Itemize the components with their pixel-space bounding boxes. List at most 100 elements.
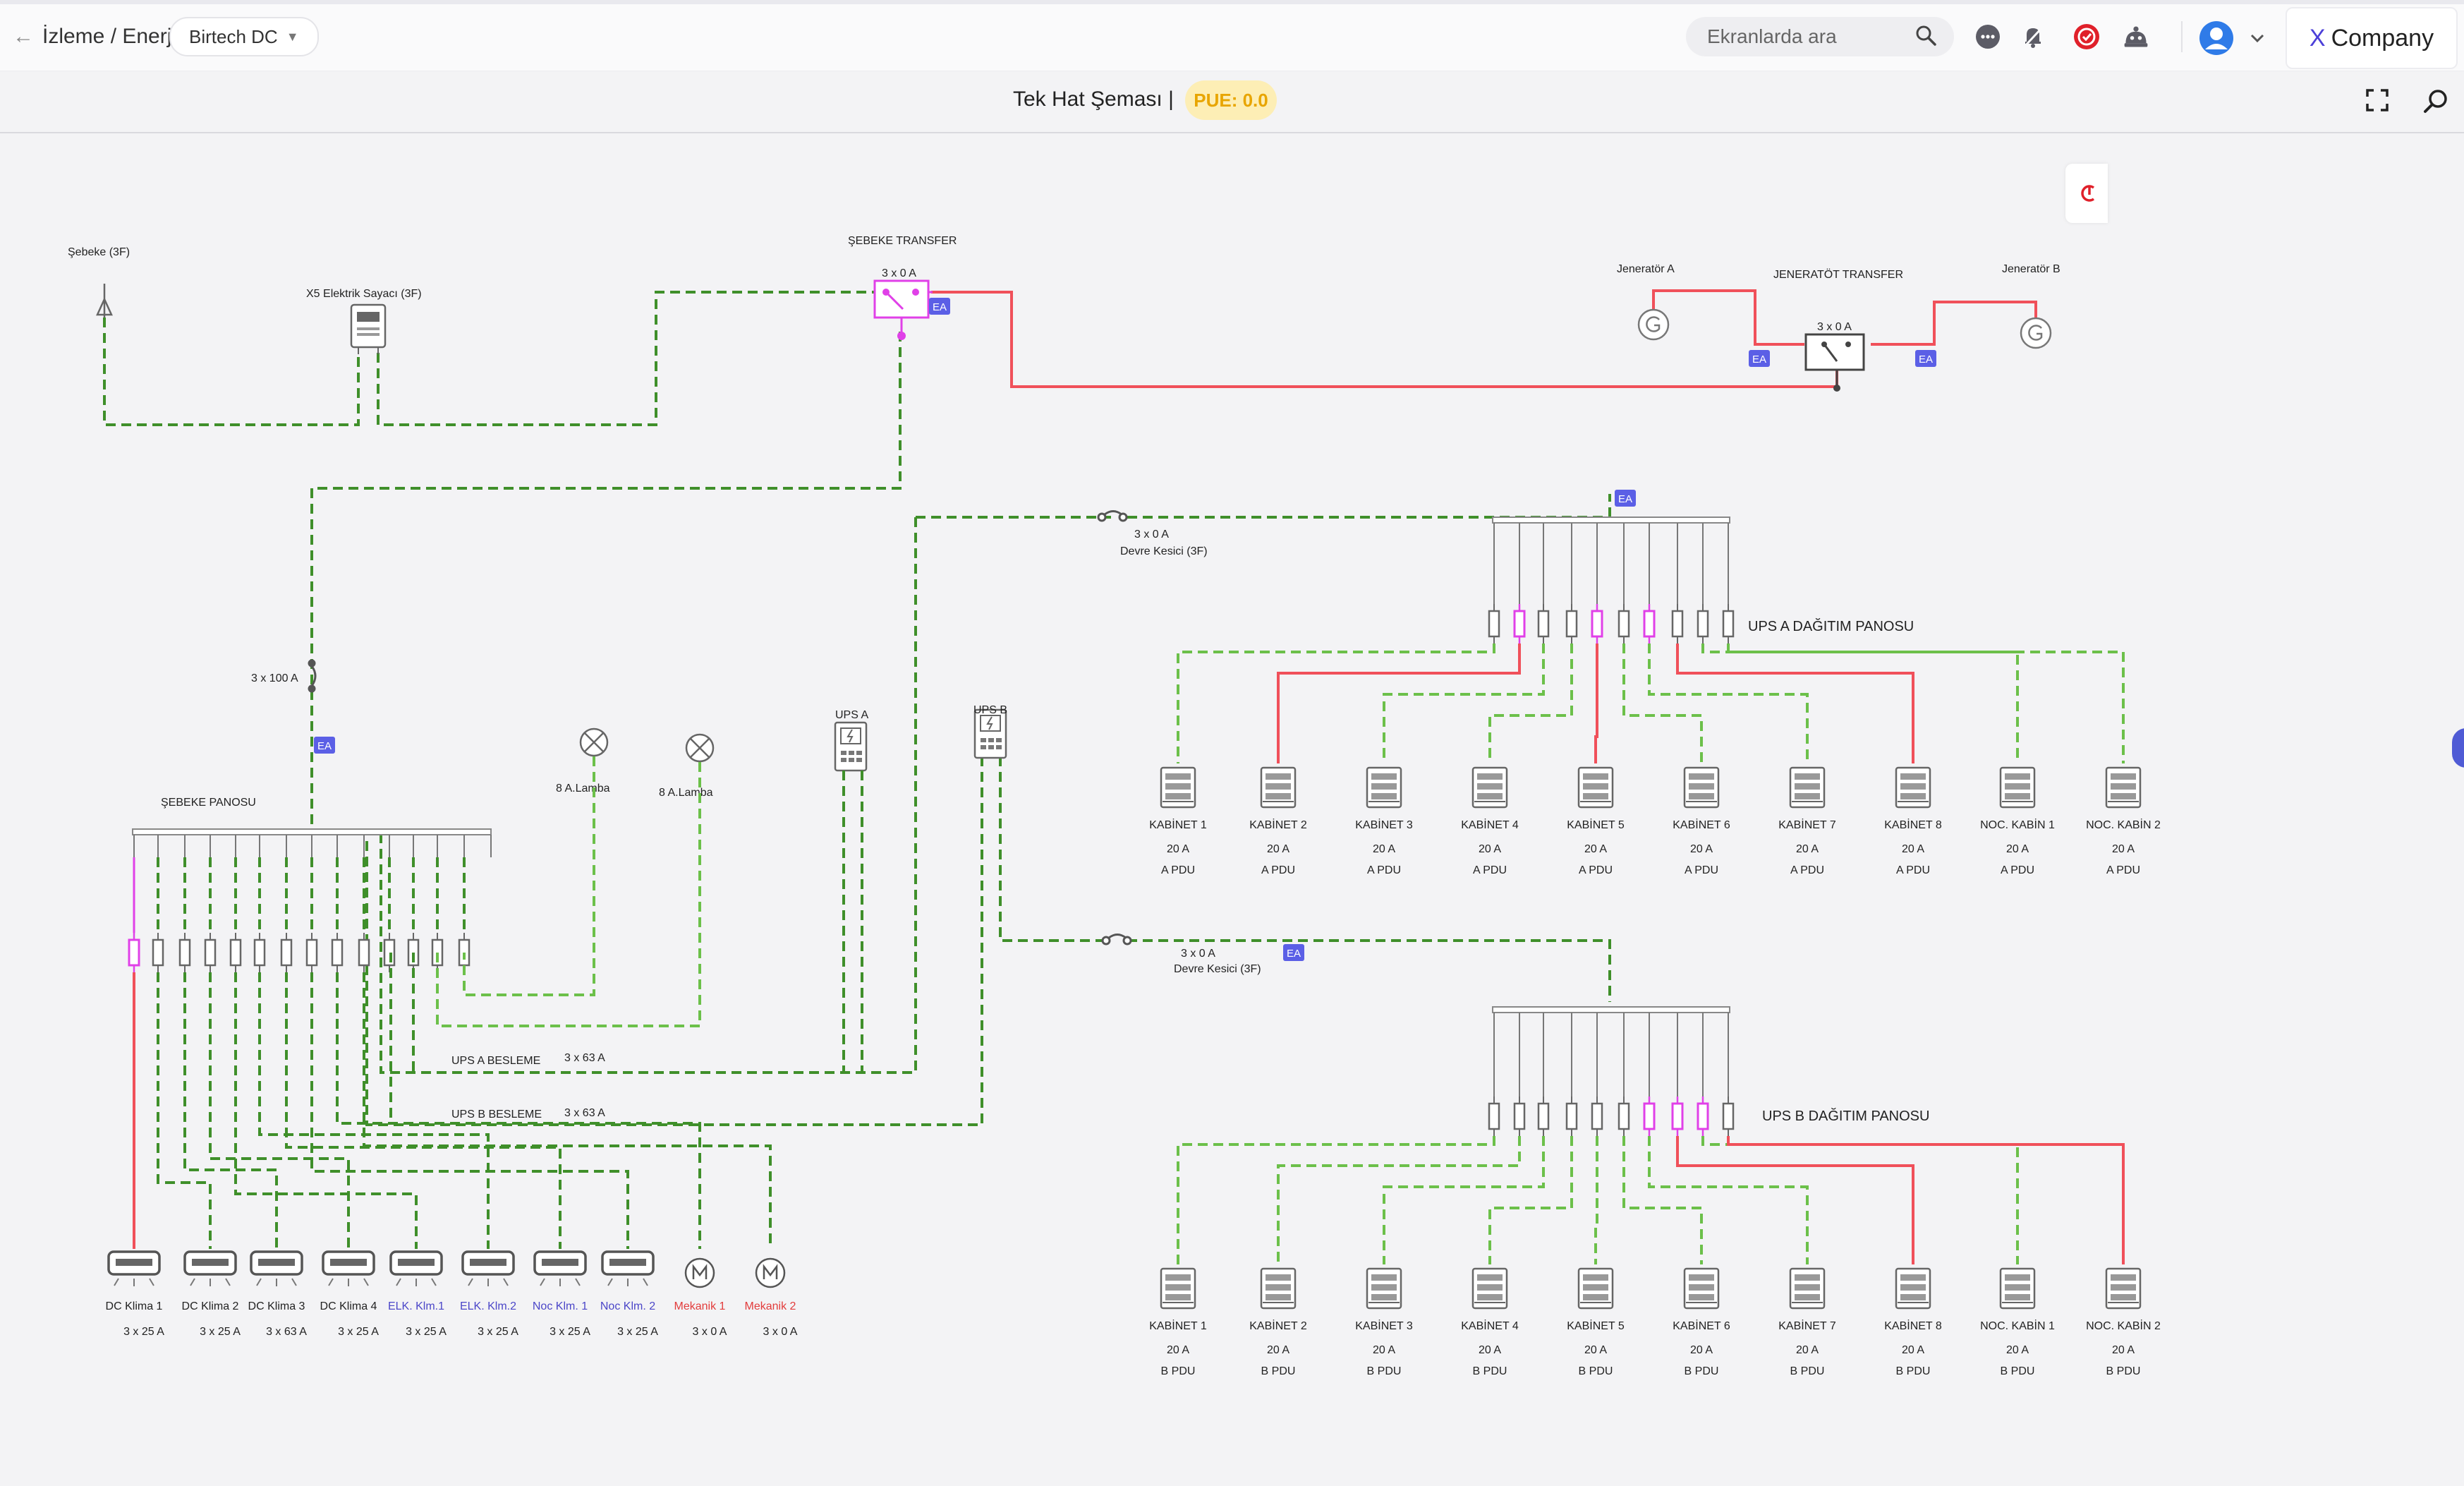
chat-bubble-icon[interactable] — [1974, 23, 2002, 51]
cabinet-feed — [1727, 1136, 2125, 1264]
panel-breaker[interactable] — [1591, 603, 1603, 645]
panel-breaker[interactable] — [1488, 1095, 1500, 1137]
server-cabinet-icon[interactable] — [1366, 1267, 1402, 1310]
server-cabinet-icon[interactable] — [1366, 766, 1402, 809]
top-accent-strip — [0, 0, 2464, 4]
panel-breaker[interactable] — [1565, 603, 1578, 645]
company-logo: X Company — [2286, 7, 2458, 69]
panel-breaker[interactable] — [1671, 1095, 1684, 1137]
generator-b-icon[interactable] — [2020, 317, 2052, 349]
panel-breaker[interactable] — [1697, 603, 1709, 645]
search-input[interactable]: Ekranlarda ara — [1707, 25, 1914, 48]
server-cabinet-icon[interactable] — [1999, 766, 2036, 809]
panel-breaker[interactable] — [1513, 1095, 1526, 1137]
agent-robot-icon[interactable] — [2122, 23, 2150, 51]
panel-breaker[interactable] — [1643, 603, 1656, 645]
user-menu-chevron-icon[interactable] — [2243, 24, 2271, 52]
cabinet-name: KABİNET 6 — [1673, 818, 1730, 831]
server-cabinet-icon[interactable] — [1683, 1267, 1720, 1310]
server-cabinet-icon[interactable] — [2105, 766, 2142, 809]
grid-panel-breaker[interactable] — [204, 931, 217, 974]
cabinet-amp: 20 A — [1479, 1344, 1501, 1356]
panel-breaker[interactable] — [1488, 603, 1500, 645]
server-cabinet-icon[interactable] — [1260, 1267, 1297, 1310]
server-cabinet-icon[interactable] — [1895, 1267, 1931, 1310]
air-conditioner-icon[interactable] — [533, 1250, 587, 1288]
server-cabinet-icon[interactable] — [1789, 1267, 1826, 1310]
grid-panel-breaker[interactable] — [331, 931, 344, 974]
search-box[interactable]: Ekranlarda ara — [1686, 17, 1954, 56]
server-cabinet-icon[interactable] — [1577, 766, 1614, 809]
panel-breaker[interactable] — [1513, 603, 1526, 645]
air-conditioner-icon[interactable] — [107, 1250, 161, 1288]
panel-breaker[interactable] — [1537, 1095, 1550, 1137]
grid-panel-breaker[interactable] — [305, 931, 318, 974]
panel-breaker[interactable] — [1697, 1095, 1709, 1137]
air-conditioner-icon[interactable] — [601, 1250, 655, 1288]
panel-breaker[interactable] — [1618, 603, 1630, 645]
air-conditioner-icon[interactable] — [461, 1250, 515, 1288]
grid-transfer-switch[interactable] — [873, 279, 933, 340]
cabinet-pdu: B PDU — [1473, 1365, 1507, 1377]
air-conditioner-icon[interactable] — [250, 1250, 303, 1288]
grid-panel-breaker[interactable] — [229, 931, 242, 974]
ea-badge-breaker-b: EA — [1283, 944, 1304, 961]
alarm-shield-icon[interactable] — [2072, 23, 2101, 51]
grid-panel-breaker[interactable] — [128, 931, 140, 974]
motor-icon[interactable] — [684, 1257, 715, 1288]
cabinet-name: KABİNET 6 — [1673, 1319, 1730, 1332]
load-name: DC Klima 1 — [106, 1300, 163, 1312]
server-cabinet-icon[interactable] — [1789, 766, 1826, 809]
panel-breaker[interactable] — [1643, 1095, 1656, 1137]
panel-breaker[interactable] — [1591, 1095, 1603, 1137]
server-cabinet-icon[interactable] — [1999, 1267, 2036, 1310]
ups-b-icon[interactable] — [973, 708, 1007, 759]
grid-panel-breaker[interactable] — [253, 931, 266, 974]
grid-panel-breaker[interactable] — [178, 931, 191, 974]
back-arrow-icon[interactable]: ← — [13, 25, 34, 49]
energy-meter-icon[interactable] — [350, 303, 387, 354]
server-cabinet-icon[interactable] — [1577, 1267, 1614, 1310]
cabinet-amp: 20 A — [1167, 843, 1189, 855]
ups-a-distribution-panel — [1488, 517, 1735, 645]
server-cabinet-icon[interactable] — [1260, 766, 1297, 809]
user-avatar-icon[interactable] — [2198, 20, 2235, 56]
generator-a-icon[interactable] — [1637, 308, 1670, 341]
zoom-search-icon[interactable] — [2422, 87, 2451, 116]
grid-panel-breaker[interactable] — [152, 931, 164, 974]
breadcrumb-text[interactable]: İzleme / Enerji — [42, 25, 176, 49]
bell-muted-icon[interactable] — [2019, 23, 2047, 51]
server-cabinet-icon[interactable] — [1471, 1267, 1508, 1310]
panel-breaker[interactable] — [1618, 1095, 1630, 1137]
cabinet-pdu: A PDU — [1367, 864, 1401, 876]
generator-transfer-switch[interactable] — [1804, 333, 1865, 392]
single-line-diagram: Şebeke (3F) X5 Elektrik Sayacı (3F) ŞEBE… — [68, 235, 2161, 1377]
air-conditioner-icon[interactable] — [183, 1250, 237, 1288]
breadcrumb[interactable]: ← İzleme / Enerji — [13, 20, 176, 54]
datacenter-select[interactable]: Birtech DC ▼ — [169, 17, 319, 56]
cabinet-pdu: B PDU — [2001, 1365, 2035, 1377]
fullscreen-icon[interactable] — [2365, 87, 2393, 116]
panel-breaker[interactable] — [1565, 1095, 1578, 1137]
panel-breaker[interactable] — [1722, 603, 1735, 645]
panel-breaker[interactable] — [1671, 603, 1684, 645]
circuit-breaker-a[interactable] — [1097, 510, 1128, 522]
server-cabinet-icon[interactable] — [1160, 1267, 1196, 1310]
server-cabinet-icon[interactable] — [1683, 766, 1720, 809]
grid-panel-breaker[interactable] — [280, 931, 293, 974]
ups-a-icon[interactable] — [834, 721, 868, 772]
panel-breaker[interactable] — [1537, 603, 1550, 645]
circuit-breaker-b[interactable] — [1101, 934, 1132, 946]
lamp-2-icon[interactable] — [685, 733, 715, 763]
server-cabinet-icon[interactable] — [1160, 766, 1196, 809]
panel-breaker[interactable] — [1722, 1095, 1735, 1137]
motor-icon[interactable] — [755, 1257, 786, 1288]
load-name: DC Klima 4 — [320, 1300, 377, 1312]
server-cabinet-icon[interactable] — [1471, 766, 1508, 809]
search-icon[interactable] — [1914, 24, 1937, 50]
lamp-1-icon[interactable] — [579, 727, 609, 757]
air-conditioner-icon[interactable] — [389, 1250, 443, 1288]
server-cabinet-icon[interactable] — [1895, 766, 1931, 809]
air-conditioner-icon[interactable] — [322, 1250, 375, 1288]
server-cabinet-icon[interactable] — [2105, 1267, 2142, 1310]
